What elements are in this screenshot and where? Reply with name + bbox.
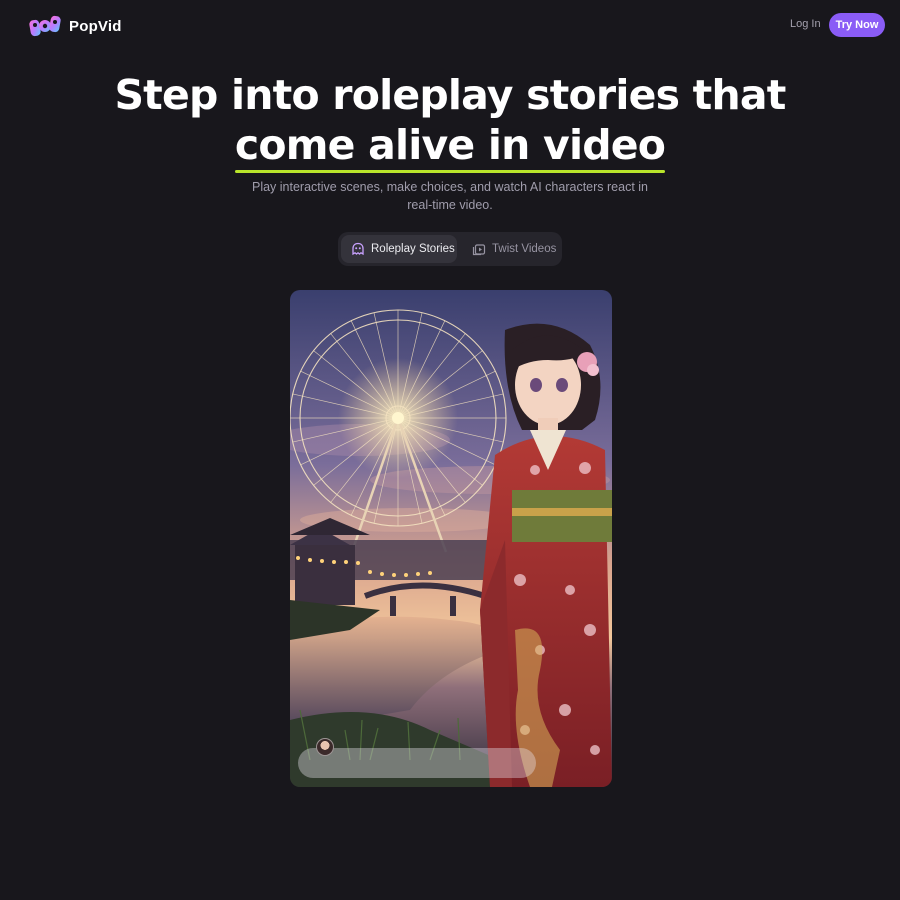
page-title: Step into roleplay stories that come ali…: [0, 70, 900, 173]
subtitle-line-1: Play interactive scenes, make choices, a…: [251, 180, 649, 194]
headline-line-1: Step into roleplay stories that: [114, 71, 786, 119]
ghost-chat-icon: [352, 242, 364, 256]
tab-roleplay-stories[interactable]: Roleplay Stories: [341, 235, 457, 263]
brand-name: PopVid: [69, 17, 122, 35]
top-nav: PopVid Log In Try Now: [0, 0, 900, 50]
login-link[interactable]: Log In: [790, 18, 821, 30]
chat-input-bar[interactable]: [298, 748, 536, 778]
brand-logo[interactable]: PopVid: [28, 12, 122, 40]
mode-tabs: Roleplay Stories Twist Videos: [338, 232, 562, 266]
hero-subtitle: Play interactive scenes, make choices, a…: [250, 178, 650, 214]
tab-twist-videos[interactable]: Twist Videos: [462, 235, 558, 263]
landing-page: PopVid Log In Try Now Step into roleplay…: [0, 0, 900, 900]
video-stack-icon: [472, 244, 486, 256]
anime-scene-illustration: [290, 290, 612, 787]
try-now-button[interactable]: Try Now: [829, 13, 885, 37]
avatar: [316, 738, 334, 756]
subtitle-line-2: real-time video.: [407, 198, 493, 212]
tab-label: Roleplay Stories: [371, 243, 455, 255]
tab-label: Twist Videos: [492, 243, 557, 255]
video-preview[interactable]: [290, 290, 612, 787]
popvid-logo-icon: [29, 15, 61, 37]
headline-line-2: come alive in video: [234, 120, 666, 173]
